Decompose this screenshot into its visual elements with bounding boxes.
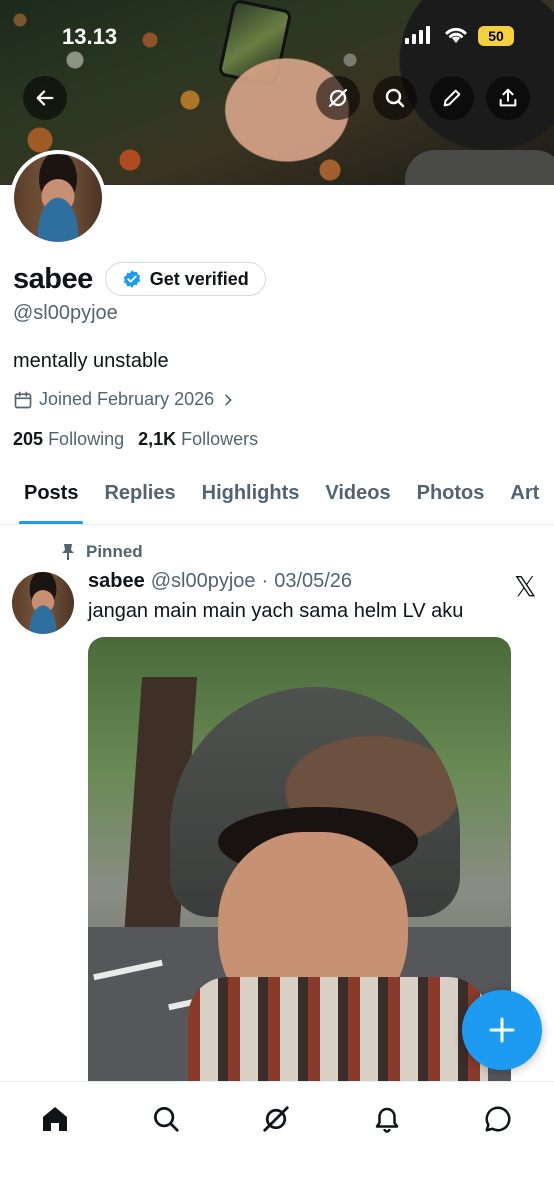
- edit-button[interactable]: [430, 76, 474, 120]
- bottom-navigation: [0, 1081, 554, 1199]
- post-text: jangan main main yach sama helm LV aku: [88, 600, 464, 622]
- followers-label: Followers: [181, 429, 259, 449]
- pinned-indicator: Pinned: [60, 542, 143, 562]
- get-verified-label: Get verified: [149, 268, 249, 289]
- nav-messages[interactable]: [481, 1102, 515, 1136]
- joined-date[interactable]: Joined February 2026: [13, 389, 236, 410]
- post-author-name[interactable]: sabee: [88, 570, 145, 593]
- share-icon: [499, 88, 517, 107]
- share-button[interactable]: [486, 76, 530, 120]
- post-author-handle[interactable]: @sl00pyjoe: [151, 570, 256, 593]
- tab-photos[interactable]: Photos: [404, 470, 498, 524]
- post-date[interactable]: 03/05/26: [274, 570, 352, 593]
- status-time: 13.13: [62, 24, 118, 49]
- notifications-icon: [375, 1107, 399, 1133]
- grok-icon: [263, 1106, 289, 1132]
- cellular-signal-icon: [405, 26, 430, 44]
- search-icon: [154, 1107, 179, 1132]
- tab-art[interactable]: Art: [497, 470, 552, 524]
- back-button[interactable]: [23, 76, 67, 120]
- profile-display-name: sabee: [13, 262, 93, 295]
- banner-photo-shirt: [405, 150, 554, 185]
- search-button[interactable]: [373, 76, 417, 120]
- grok-icon: [328, 88, 348, 108]
- profile-handle: @sl00pyjoe: [13, 302, 118, 324]
- chevron-right-icon: [225, 394, 232, 405]
- profile-avatar[interactable]: [10, 150, 106, 246]
- follow-counts: 205 Following 2,1K Followers: [13, 429, 258, 450]
- nav-grok[interactable]: [259, 1102, 293, 1136]
- tab-highlights[interactable]: Highlights: [189, 470, 313, 524]
- tab-posts[interactable]: Posts: [0, 470, 91, 524]
- nav-search[interactable]: [149, 1102, 183, 1136]
- followers-link[interactable]: 2,1K Followers: [138, 429, 258, 450]
- following-count: 205: [13, 429, 44, 449]
- following-link[interactable]: 205 Following: [13, 429, 124, 450]
- compose-button[interactable]: [462, 990, 542, 1070]
- image-shirt: [188, 977, 488, 1097]
- nav-notifications[interactable]: [370, 1102, 404, 1136]
- profile-tabs: Posts Replies Highlights Videos Photos A…: [0, 470, 554, 525]
- status-bar: 13.13 50: [0, 0, 554, 70]
- profile-bio: mentally unstable: [13, 350, 169, 372]
- post-separator: ·: [261, 570, 269, 592]
- messages-icon: [485, 1106, 511, 1132]
- battery-level: 50: [488, 28, 504, 44]
- tab-replies[interactable]: Replies: [91, 470, 188, 524]
- grok-button[interactable]: [316, 76, 360, 120]
- verified-badge-icon: [123, 270, 140, 288]
- x-logo-icon: 𝕏: [514, 571, 537, 602]
- post-image[interactable]: [88, 637, 511, 1097]
- post-author-avatar[interactable]: [12, 572, 74, 634]
- profile-name-row: sabee Get verified: [13, 262, 266, 296]
- joined-label: Joined February 2026: [39, 389, 215, 409]
- followers-count: 2,1K: [138, 429, 177, 449]
- back-arrow-icon: [36, 90, 54, 106]
- post-header: sabee @sl00pyjoe · 03/05/26: [88, 570, 352, 593]
- wifi-icon: [443, 24, 469, 49]
- pin-icon: [62, 544, 74, 560]
- edit-icon: [443, 89, 461, 107]
- search-icon: [385, 88, 405, 108]
- home-icon: [43, 1107, 67, 1131]
- following-label: Following: [48, 429, 125, 449]
- nav-home[interactable]: [38, 1102, 72, 1136]
- tab-videos[interactable]: Videos: [312, 470, 403, 524]
- get-verified-button[interactable]: Get verified: [104, 262, 266, 296]
- pinned-label: Pinned: [86, 542, 143, 561]
- calendar-icon: [14, 391, 32, 408]
- compose-plus-icon: [489, 1017, 515, 1043]
- battery-icon: 50: [478, 26, 514, 46]
